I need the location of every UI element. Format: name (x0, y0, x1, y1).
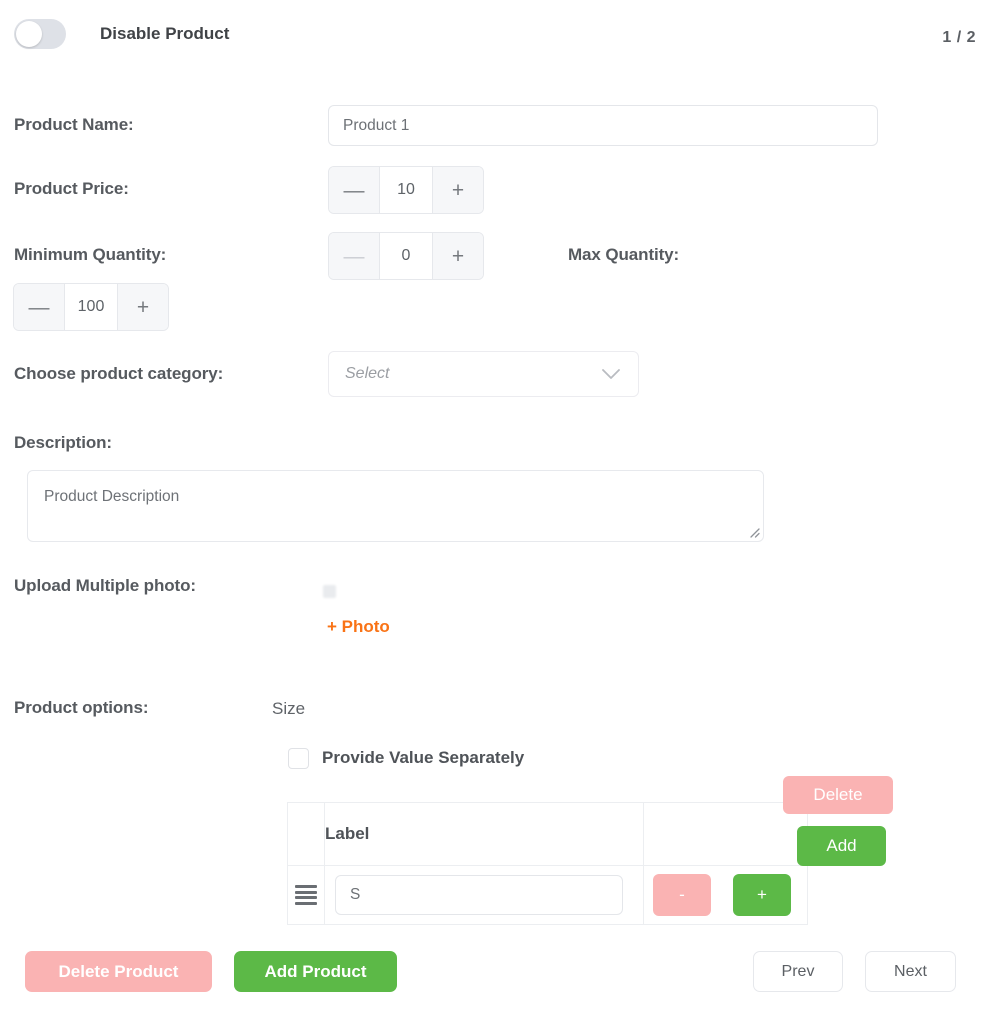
product-price-decrement-button[interactable]: — (329, 167, 380, 213)
table-header-row: Label (287, 802, 808, 866)
row-label-cell (324, 865, 644, 925)
max-quantity-decrement-button[interactable]: — (14, 284, 65, 330)
table-row: - + (287, 865, 808, 925)
option-group-name: Size (272, 699, 306, 718)
product-options-label: Product options: (14, 698, 149, 717)
delete-product-button[interactable]: Delete Product (25, 951, 212, 992)
product-name-input[interactable] (328, 105, 878, 146)
add-product-button[interactable]: Add Product (234, 951, 397, 992)
product-form-page: Disable Product 1 / 2 Product Name: Prod… (0, 0, 992, 1024)
description-label: Description: (14, 433, 112, 452)
row-handle-cell (287, 865, 325, 925)
drag-handle-icon[interactable] (288, 866, 324, 924)
minimum-quantity-increment-button[interactable]: + (432, 233, 483, 279)
image-placeholder-icon (323, 585, 336, 598)
disable-product-toggle[interactable] (14, 19, 66, 49)
header-handle-cell (287, 802, 325, 866)
provide-value-separately-label: Provide Value Separately (322, 748, 525, 767)
prev-button[interactable]: Prev (753, 951, 843, 992)
product-price-stepper: — 10 + (328, 166, 484, 214)
product-price-label: Product Price: (14, 179, 129, 198)
product-category-select[interactable]: Select (328, 351, 639, 397)
option-values-table: Label - + (287, 802, 808, 925)
resize-grip-icon[interactable] (746, 524, 760, 538)
remove-option-row-button[interactable]: - (653, 874, 711, 916)
disable-product-row: Disable Product (14, 19, 229, 49)
header-label-cell: Label (324, 802, 644, 866)
toggle-knob (16, 21, 42, 47)
row-actions-cell: - + (643, 865, 808, 925)
option-label-input[interactable] (335, 875, 623, 915)
page-indicator: 1 / 2 (942, 29, 976, 46)
add-option-row-button[interactable]: + (733, 874, 791, 916)
product-name-label: Product Name: (14, 115, 134, 134)
product-category-placeholder: Select (345, 365, 390, 382)
max-quantity-value[interactable]: 100 (65, 284, 117, 330)
product-price-value[interactable]: 10 (380, 167, 432, 213)
header-actions-cell (643, 802, 808, 866)
add-option-group-button[interactable]: Add (797, 826, 886, 866)
description-value: Product Description (44, 488, 180, 505)
minimum-quantity-decrement-button[interactable]: — (329, 233, 380, 279)
product-category-label: Choose product category: (14, 364, 224, 383)
provide-value-separately-checkbox[interactable] (288, 748, 309, 769)
description-textarea[interactable]: Product Description (27, 470, 764, 542)
max-quantity-label: Max Quantity: (568, 245, 680, 264)
product-price-increment-button[interactable]: + (432, 167, 483, 213)
max-quantity-increment-button[interactable]: + (117, 284, 168, 330)
minimum-quantity-stepper: — 0 + (328, 232, 484, 280)
disable-product-label: Disable Product (100, 24, 230, 43)
max-quantity-stepper: — 100 + (13, 283, 169, 331)
delete-option-group-button[interactable]: Delete (783, 776, 893, 814)
add-photo-button[interactable]: + Photo (327, 617, 390, 637)
chevron-down-icon (598, 368, 624, 380)
next-button[interactable]: Next (865, 951, 956, 992)
minimum-quantity-value[interactable]: 0 (380, 233, 432, 279)
upload-photo-label: Upload Multiple photo: (14, 576, 196, 595)
minimum-quantity-label: Minimum Quantity: (14, 245, 167, 264)
